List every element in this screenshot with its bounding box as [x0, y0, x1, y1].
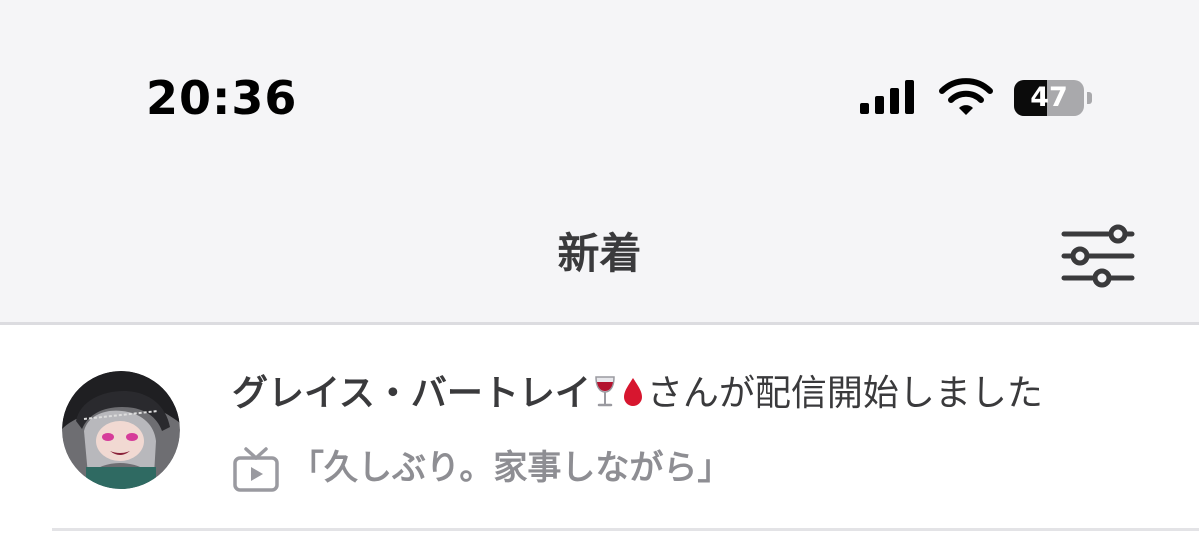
battery-icon: 47	[1014, 80, 1084, 116]
list-item[interactable]: グレイス・バートレイ さんが配信開始しました 「久しぶり。家事しながら」	[0, 325, 1199, 530]
tv-icon	[233, 447, 279, 492]
battery-tip	[1087, 92, 1092, 104]
notification-text: グレイス・バートレイ さんが配信開始しました	[232, 371, 1172, 417]
list-divider	[52, 528, 1199, 531]
stream-title: 「久しぶり。家事しながら」	[290, 448, 732, 488]
notification-action: さんが配信開始しました	[646, 373, 1043, 414]
sliders-icon[interactable]	[1058, 224, 1138, 290]
avatar[interactable]	[62, 371, 180, 489]
header-area: 20:36 47 新着	[0, 0, 1199, 324]
battery-level-text: 47	[1030, 82, 1068, 113]
page-title: 新着	[557, 229, 642, 278]
blood-drop-emoji	[623, 378, 642, 406]
wine-glass-emoji	[595, 376, 615, 407]
user-name[interactable]: グレイス・バートレイ	[232, 373, 591, 414]
stream-info[interactable]: 「久しぶり。家事しながら」	[232, 443, 1132, 493]
signal-bars-icon	[860, 80, 914, 114]
status-time: 20:36	[146, 71, 298, 125]
wifi-icon	[939, 78, 993, 115]
status-icons: 47	[858, 78, 1098, 120]
